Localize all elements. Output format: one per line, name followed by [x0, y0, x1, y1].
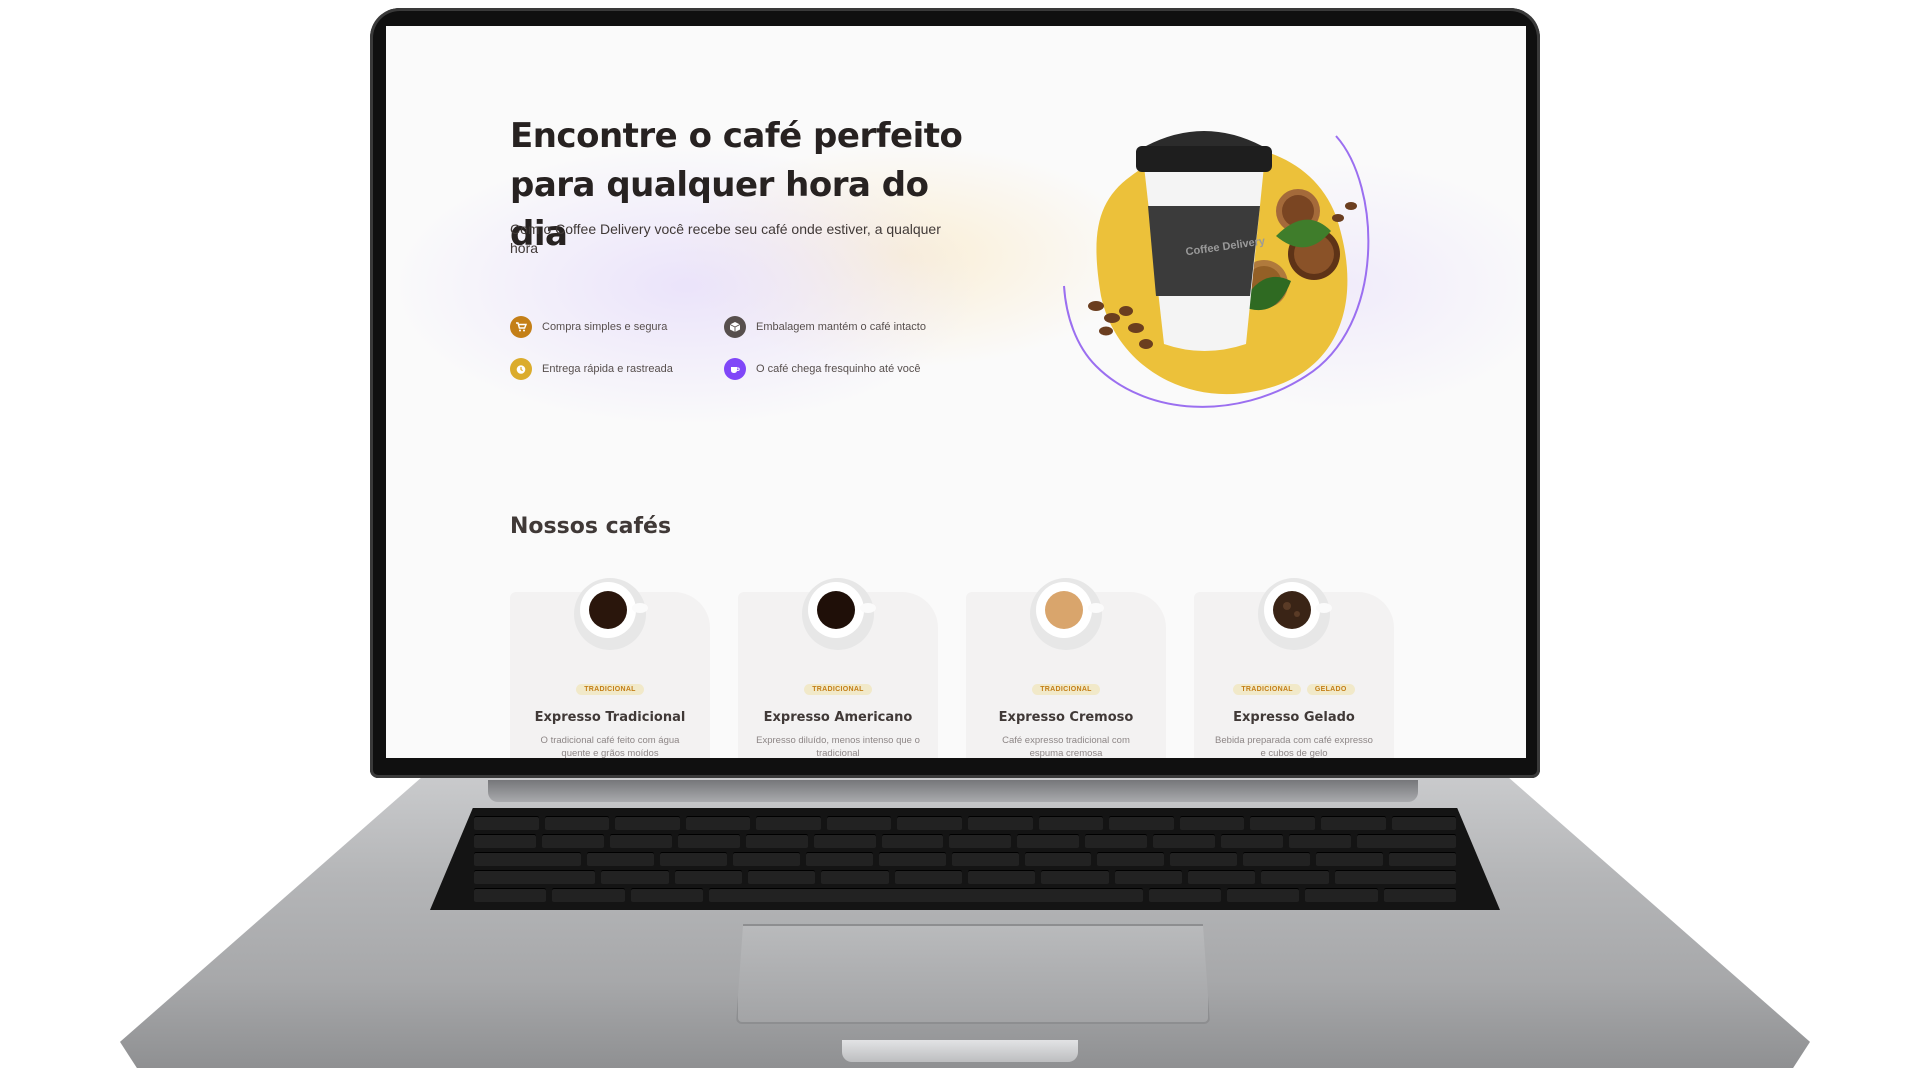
timer-icon — [510, 358, 532, 380]
feature-list: Compra simples e segura Embalagem mantém… — [510, 316, 990, 380]
coffee-card[interactable]: TRADICIONAL Expresso Americano Expresso … — [738, 578, 938, 758]
keyboard — [430, 808, 1500, 910]
feature-item: O café chega fresquinho até você — [724, 358, 974, 380]
coffee-cup-image — [802, 578, 876, 650]
package-icon — [724, 316, 746, 338]
coffee-name: Expresso Gelado — [1233, 710, 1355, 725]
coffee-tag: TRADICIONAL — [1233, 684, 1301, 695]
coffee-description: Bebida preparada com café expresso e cub… — [1215, 735, 1373, 758]
feature-label: Embalagem mantém o café intacto — [756, 321, 926, 333]
coffee-tag: TRADICIONAL — [576, 684, 644, 695]
coffee-cup-image — [1258, 578, 1332, 650]
laptop-notch — [842, 1040, 1078, 1062]
section-title: Nossos cafés — [510, 514, 672, 539]
coffee-cup-image — [1030, 578, 1104, 650]
feature-item: Compra simples e segura — [510, 316, 724, 338]
cart-icon — [510, 316, 532, 338]
coffee-card[interactable]: TRADICIONAL GELADO Expresso Gelado Bebid… — [1194, 578, 1394, 758]
feature-label: Entrega rápida e rastreada — [542, 363, 673, 375]
coffee-description: Café expresso tradicional com espuma cre… — [1002, 735, 1130, 758]
hero-subtitle: Com o Coffee Delivery você recebe seu ca… — [510, 221, 941, 256]
coffee-description: Expresso diluído, menos intenso que o tr… — [756, 735, 920, 758]
coffee-description: O tradicional café feito com água quente… — [540, 735, 680, 758]
feature-item: Entrega rápida e rastreada — [510, 358, 724, 380]
coffee-card[interactable]: TRADICIONAL Expresso Tradicional O tradi… — [510, 578, 710, 758]
feature-label: O café chega fresquinho até você — [756, 363, 921, 375]
coffee-name: Expresso Americano — [763, 710, 913, 725]
coffee-cup-image — [574, 578, 648, 650]
trackpad — [736, 924, 1210, 1024]
hero-coffee-illustration: Coffee Delivery — [1036, 106, 1416, 436]
coffee-name: Expresso Tradicional — [534, 710, 686, 725]
coffee-tag: GELADO — [1306, 684, 1355, 695]
laptop-screen: Encontre o café perfeito para qualquer h… — [386, 26, 1526, 758]
coffee-card[interactable]: TRADICIONAL Expresso Cremoso Café expres… — [966, 578, 1166, 758]
coffee-tag: TRADICIONAL — [1032, 684, 1100, 695]
feature-label: Compra simples e segura — [542, 321, 668, 333]
coffee-name: Expresso Cremoso — [998, 710, 1134, 725]
coffee-tag: TRADICIONAL — [804, 684, 872, 695]
feature-item: Embalagem mantém o café intacto — [724, 316, 974, 338]
coffee-icon — [724, 358, 746, 380]
coffee-list: TRADICIONAL Expresso Tradicional O tradi… — [510, 578, 1394, 758]
laptop-hinge — [488, 780, 1418, 802]
